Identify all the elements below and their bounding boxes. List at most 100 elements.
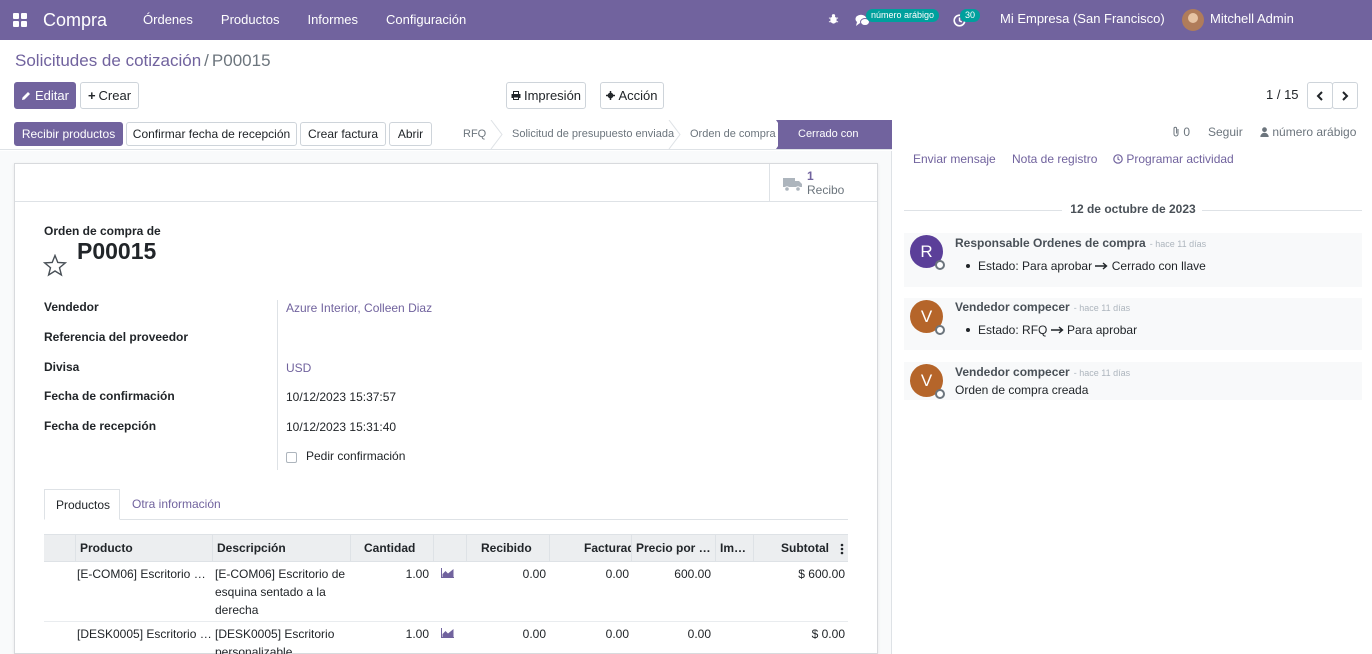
pager-previous-button[interactable] xyxy=(1307,82,1333,109)
pager-value[interactable]: 1 / 15 xyxy=(1266,87,1299,102)
send-message-button[interactable]: Enviar mensaje xyxy=(913,152,996,166)
row-product[interactable]: [DESK0005] Escritorio … xyxy=(77,625,212,643)
company-switcher[interactable]: Mi Empresa (San Francisco) xyxy=(1000,0,1165,38)
currency-label: Divisa xyxy=(44,360,80,374)
receipt-date-field[interactable]: 10/12/2023 15:31:40 xyxy=(286,420,396,434)
column-invoiced[interactable]: Facturado xyxy=(549,535,632,561)
stage-locked[interactable]: Cerrado con llave xyxy=(778,120,892,169)
breadcrumb-parent[interactable]: Solicitudes de cotización xyxy=(15,51,201,70)
row-description-line[interactable]: esquina sentado a la xyxy=(215,583,326,601)
schedule-activity-button[interactable]: Programar actividad xyxy=(1113,152,1234,166)
apps-menu-icon[interactable] xyxy=(0,0,40,40)
action-button[interactable]: Acción xyxy=(600,82,664,109)
column-product[interactable]: Producto xyxy=(75,535,213,561)
form-sheet: 1 Recibo Orden de compra de P00015 Vende… xyxy=(14,163,878,654)
row-description-line[interactable]: personalizable xyxy=(215,643,292,654)
tab-other-info[interactable]: Otra información xyxy=(132,497,221,511)
vendor-field[interactable]: Azure Interior, Colleen Diaz xyxy=(286,301,432,315)
star-icon[interactable] xyxy=(43,254,67,277)
confirm-receipt-date-button[interactable]: Confirmar fecha de recepción xyxy=(126,122,297,146)
user-avatar[interactable] xyxy=(1182,9,1204,31)
button-box: 1 Recibo xyxy=(15,164,877,202)
field-divider xyxy=(277,300,278,470)
debug-bug-icon[interactable] xyxy=(828,13,839,25)
column-description[interactable]: Descripción xyxy=(212,535,351,561)
log-note-button[interactable]: Nota de registro xyxy=(1012,152,1097,166)
breadcrumb-current: P00015 xyxy=(211,51,271,70)
chevron-left-icon xyxy=(1316,90,1323,101)
column-unit-price[interactable]: Precio por … xyxy=(631,535,716,561)
row-unit-price[interactable]: 0.00 xyxy=(631,625,711,643)
truck-icon xyxy=(783,178,802,192)
follow-button[interactable]: Seguir xyxy=(1208,125,1243,139)
breadcrumb-separator: / xyxy=(204,51,209,70)
forecast-chart-icon[interactable] xyxy=(441,628,454,638)
create-invoice-button[interactable]: Crear factura xyxy=(300,122,386,146)
edit-button[interactable]: Editar xyxy=(14,82,76,109)
row-received[interactable]: 0.00 xyxy=(466,565,546,583)
row-received[interactable]: 0.00 xyxy=(466,625,546,643)
menu-ordenes[interactable]: Órdenes xyxy=(129,0,207,40)
row-quantity[interactable]: 1.00 xyxy=(350,565,429,583)
message-time: - hace 11 días xyxy=(1149,239,1207,249)
row-quantity[interactable]: 1.00 xyxy=(350,625,429,643)
action-label: Acción xyxy=(618,88,658,103)
plus-icon: + xyxy=(87,88,96,103)
author-avatar[interactable]: V xyxy=(910,300,945,335)
tracking-from: Estado: Para aprobar xyxy=(978,259,1093,273)
row-invoiced[interactable]: 0.00 xyxy=(549,625,629,643)
create-button[interactable]: + Crear xyxy=(80,82,139,109)
followers-button[interactable]: número arábigo xyxy=(1260,125,1356,139)
receipt-smart-button[interactable]: 1 Recibo xyxy=(769,164,877,202)
stage-rfq[interactable]: RFQ xyxy=(463,120,486,149)
receive-products-button[interactable]: Recibir productos xyxy=(14,122,123,146)
confirmation-date-field[interactable]: 10/12/2023 15:37:57 xyxy=(286,390,396,404)
forecast-chart-icon[interactable] xyxy=(441,568,454,578)
receipt-count: 1 xyxy=(807,169,814,183)
currency-field[interactable]: USD xyxy=(286,361,311,375)
stage-chevron-icon xyxy=(490,120,503,149)
ask-confirmation-checkbox[interactable] xyxy=(286,452,297,463)
message-time: - hace 11 días xyxy=(1073,303,1131,313)
stage-rfq-sent[interactable]: Solicitud de presupuesto enviada xyxy=(512,120,674,149)
author-avatar[interactable]: R xyxy=(910,235,945,270)
message-author[interactable]: Responsable Ordenes de compra xyxy=(955,236,1146,250)
column-quantity[interactable]: Cantidad xyxy=(350,535,434,561)
print-button[interactable]: Impresión xyxy=(506,82,586,109)
menu-configuracion[interactable]: Configuración xyxy=(372,0,480,40)
author-avatar[interactable]: V xyxy=(910,364,945,399)
row-product[interactable]: [E-COM06] Escritorio … xyxy=(77,565,206,583)
column-received[interactable]: Recibido xyxy=(466,535,550,561)
column-subtotal[interactable]: Subtotal xyxy=(753,535,839,561)
menu-productos[interactable]: Productos xyxy=(207,0,294,40)
column-taxes[interactable]: Im… xyxy=(715,535,754,561)
tracking-to: Para aprobar xyxy=(1067,323,1138,337)
row-description-line[interactable]: derecha xyxy=(215,601,258,619)
ask-confirmation-label: Pedir confirmación xyxy=(306,449,406,463)
open-button[interactable]: Abrir xyxy=(389,122,432,146)
clock-icon xyxy=(1113,154,1123,164)
chatter-attachments[interactable]: 0 xyxy=(1172,125,1190,139)
message-tracking: Estado: Para aprobar Cerrado con llave xyxy=(966,259,1206,273)
messaging-badge: número arábigo xyxy=(866,9,940,22)
chatter-date-separator: 12 de octubre de 2023 xyxy=(904,200,1362,220)
table-row[interactable]: [E-COM06] Escritorio … [E-COM06] Escrito… xyxy=(44,562,848,622)
tab-products[interactable]: Productos xyxy=(44,489,120,520)
stage-purchase-order[interactable]: Orden de compra xyxy=(690,120,776,149)
user-menu[interactable]: Mitchell Admin (Observador) xyxy=(1210,0,1372,76)
column-options-icon[interactable] xyxy=(840,543,844,555)
table-row[interactable]: [DESK0005] Escritorio … [DESK0005] Escri… xyxy=(44,623,848,654)
message-author[interactable]: Vendedor compecer xyxy=(955,300,1070,314)
app-brand[interactable]: Compra xyxy=(43,10,107,31)
row-unit-price[interactable]: 600.00 xyxy=(631,565,711,583)
row-invoiced[interactable]: 0.00 xyxy=(549,565,629,583)
row-description-line[interactable]: [DESK0005] Escritorio xyxy=(215,625,334,643)
pager-next-button[interactable] xyxy=(1332,82,1358,109)
menu-informes[interactable]: Informes xyxy=(293,0,372,40)
bullet-icon xyxy=(966,328,970,332)
row-description-line[interactable]: [E-COM06] Escritorio de xyxy=(215,565,345,583)
chatter-date: 12 de octubre de 2023 xyxy=(1070,202,1196,216)
message-author[interactable]: Vendedor compecer xyxy=(955,365,1070,379)
create-label: Crear xyxy=(98,88,132,103)
chatter-message: R Responsable Ordenes de compra - hace 11… xyxy=(904,233,1362,287)
